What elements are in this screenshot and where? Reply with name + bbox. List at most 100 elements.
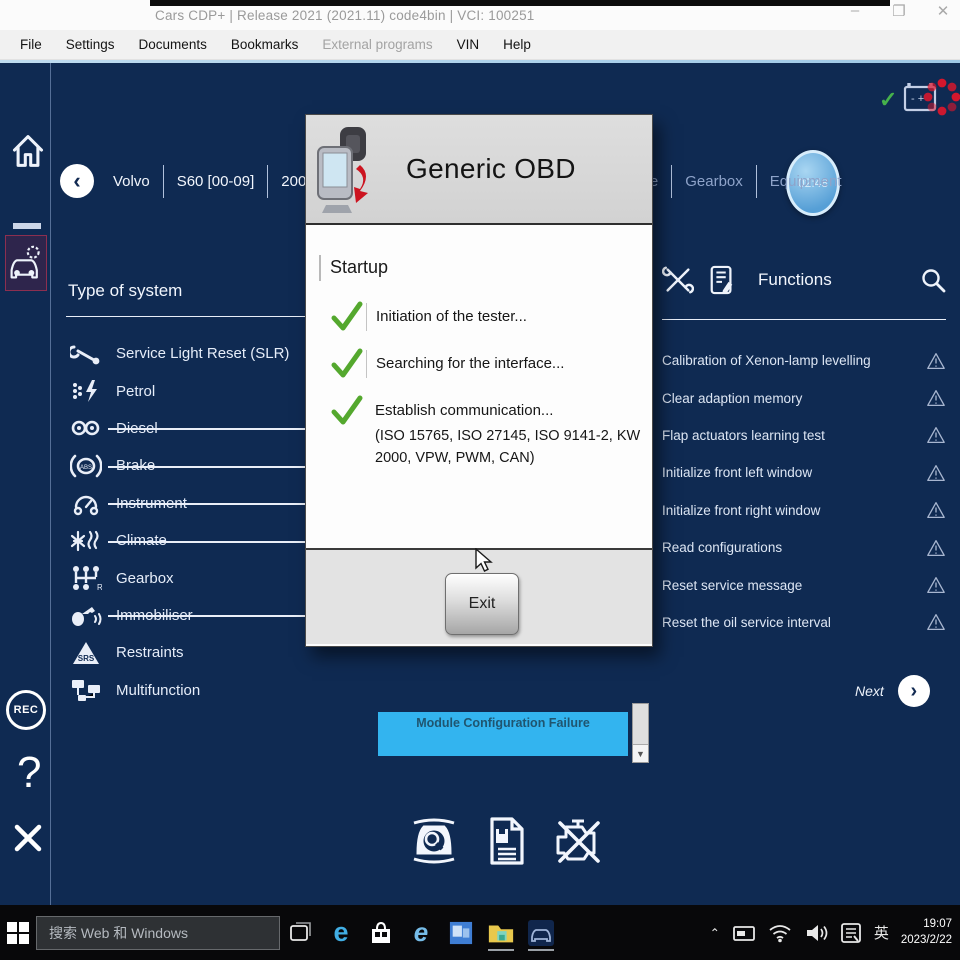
green-check-icon: ✓: [879, 87, 897, 113]
step-text: Initiation of the tester...: [376, 308, 527, 325]
clock[interactable]: 19:07 2023/2/22: [901, 917, 952, 948]
menu-item[interactable]: Settings: [54, 37, 127, 52]
function-item[interactable]: Initialize front left window: [662, 454, 946, 491]
system-type-icon: [70, 677, 102, 703]
help-icon[interactable]: ?: [17, 748, 41, 798]
system-type-label: Service Light Reset (SLR): [116, 345, 289, 362]
red-spinner-icon: [922, 77, 960, 117]
warning-icon: [926, 576, 946, 594]
hidden-icons-chevron[interactable]: ⌃: [710, 926, 720, 940]
car-settings-icon[interactable]: [5, 235, 47, 291]
system-type-icon: [70, 415, 102, 441]
start-button[interactable]: [0, 922, 36, 944]
function-item[interactable]: Reset service message: [662, 566, 946, 603]
ime-language-indicator[interactable]: 英: [874, 922, 889, 943]
menu-bar: File Settings Documents Bookmarks Extern…: [0, 30, 960, 60]
check-icon: [330, 301, 364, 331]
system-type-item[interactable]: Multifunction: [66, 672, 306, 709]
ime-icon[interactable]: [840, 922, 862, 944]
taskbar-search[interactable]: 搜索 Web 和 Windows: [36, 916, 280, 950]
back-button[interactable]: ‹: [60, 164, 94, 198]
home-icon[interactable]: [10, 131, 46, 171]
mouse-cursor: [474, 548, 496, 574]
menu-item[interactable]: File: [8, 37, 54, 52]
check-icon: [330, 348, 364, 378]
store-icon[interactable]: [366, 913, 396, 953]
menu-item[interactable]: Documents: [127, 37, 219, 52]
system-type-item[interactable]: Service Light Reset (SLR): [66, 335, 306, 372]
close-icon[interactable]: [13, 823, 43, 853]
system-type-icon: [70, 490, 102, 516]
system-type-item[interactable]: Climate: [66, 522, 306, 559]
function-item[interactable]: Calibration of Xenon-lamp levelling: [662, 342, 946, 379]
search-icon[interactable]: [920, 267, 946, 293]
warning-icon: [926, 426, 946, 444]
minimize-button[interactable]: –: [844, 2, 866, 20]
dialog-title: Generic OBD: [406, 153, 576, 185]
breadcrumb-item[interactable]: Gearbox: [671, 165, 756, 198]
function-item[interactable]: Initialize front right window: [662, 492, 946, 529]
function-item[interactable]: Read configurations: [662, 529, 946, 566]
menu-item[interactable]: Help: [491, 37, 543, 52]
function-label: Read configurations: [662, 540, 782, 555]
scrollbar[interactable]: ▼: [632, 703, 649, 763]
system-type-item[interactable]: Restraints: [66, 634, 306, 671]
task-view-button[interactable]: [280, 921, 320, 945]
function-label: Calibration of Xenon-lamp levelling: [662, 353, 871, 368]
function-item[interactable]: Clear adaption memory: [662, 379, 946, 416]
function-label: Reset the oil service interval: [662, 615, 831, 630]
system-type-icon: [70, 341, 102, 367]
startup-step: Initiation of the tester...: [330, 303, 636, 331]
ie-icon[interactable]: e: [406, 913, 436, 953]
touch-keyboard-icon[interactable]: [732, 923, 756, 943]
startup-section-label: Startup: [330, 257, 388, 278]
system-type-label: Gearbox: [116, 570, 174, 587]
system-type-icon: [70, 602, 102, 628]
left-panel-rule: [66, 316, 306, 317]
step-text: Searching for the interface...: [376, 355, 564, 372]
volume-icon[interactable]: [804, 923, 828, 943]
startup-step: Searching for the interface...: [330, 350, 636, 378]
wifi-icon[interactable]: [768, 923, 792, 943]
menu-item[interactable]: VIN: [445, 37, 492, 52]
warning-icon: [926, 501, 946, 519]
report-save-icon[interactable]: [484, 815, 528, 867]
functions-rule: [662, 319, 946, 320]
breadcrumb-item[interactable]: Equipment: [756, 165, 855, 198]
car-scan-icon[interactable]: [408, 815, 460, 867]
diagnostic-app-icon[interactable]: [526, 913, 556, 953]
module-config-banner[interactable]: Module Configuration Failure: [378, 712, 628, 756]
system-type-item[interactable]: Immobiliser: [66, 597, 306, 634]
edge-icon[interactable]: e: [326, 913, 356, 953]
system-type-icon: [70, 640, 102, 666]
step-text: Establish communication...: [375, 402, 647, 419]
warning-icon: [926, 613, 946, 631]
system-type-item[interactable]: Gearbox: [66, 559, 306, 596]
rec-icon[interactable]: REC: [6, 690, 46, 730]
next-button[interactable]: ›: [898, 675, 930, 707]
menu-item[interactable]: External programs: [310, 37, 444, 52]
close-button[interactable]: ✕: [932, 2, 954, 20]
function-item[interactable]: Flap actuators learning test: [662, 417, 946, 454]
system-type-item[interactable]: Brake: [66, 447, 306, 484]
warning-icon: [926, 539, 946, 557]
breadcrumb-item[interactable]: S60 [00-09]: [163, 165, 268, 198]
scroll-down-arrow[interactable]: ▼: [633, 744, 648, 762]
task-view-icon: [288, 921, 312, 945]
engine-clear-icon[interactable]: [552, 817, 604, 865]
function-label: Clear adaption memory: [662, 391, 802, 406]
breadcrumb-item[interactable]: Volvo: [100, 165, 163, 198]
windows-taskbar: 搜索 Web 和 Windows e e ⌃ 英 19:07 2023/2/22: [0, 905, 960, 960]
function-item[interactable]: Reset the oil service interval: [662, 604, 946, 641]
strikethrough-line: [108, 503, 308, 505]
maximize-button[interactable]: ❐: [888, 2, 910, 20]
system-type-item[interactable]: Instrument: [66, 485, 306, 522]
strikethrough-line: [108, 466, 308, 468]
system-type-item[interactable]: Petrol: [66, 372, 306, 409]
video-artifact-bar: [150, 0, 890, 6]
system-type-item[interactable]: Diesel: [66, 410, 306, 447]
photos-icon[interactable]: [446, 913, 476, 953]
exit-button[interactable]: Exit: [445, 573, 519, 635]
menu-item[interactable]: Bookmarks: [219, 37, 311, 52]
folder-icon[interactable]: [486, 913, 516, 953]
